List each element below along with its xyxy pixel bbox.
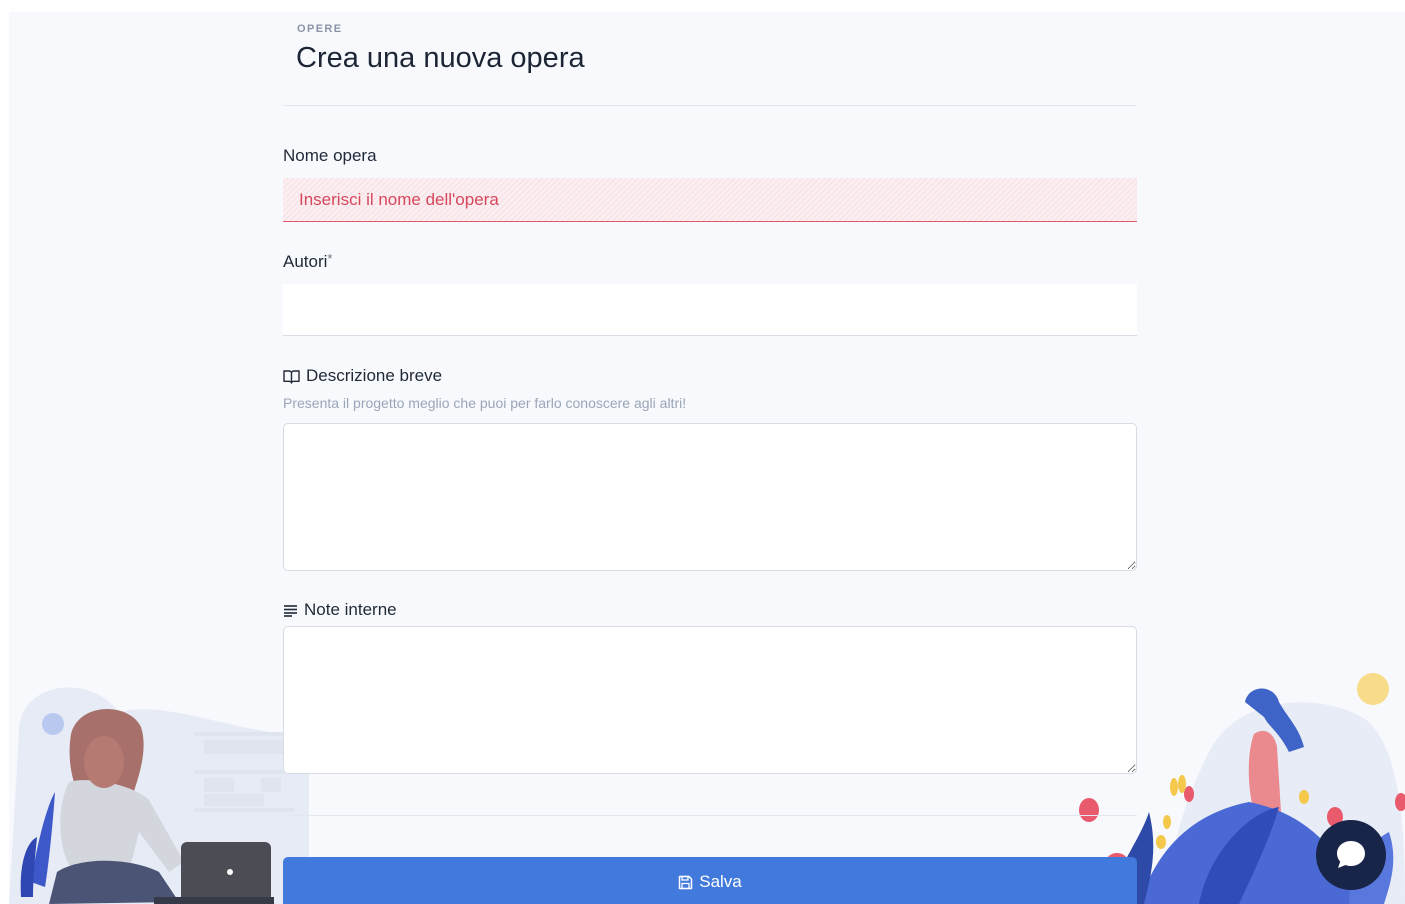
save-button[interactable]: Salva <box>283 857 1137 904</box>
description-textarea[interactable] <box>283 423 1137 571</box>
notes-label: Note interne <box>283 600 397 620</box>
authors-field[interactable] <box>283 284 1141 337</box>
page: OPERE Crea una nuova opera Nome opera Au… <box>9 12 1405 904</box>
chat-button[interactable] <box>1316 820 1386 890</box>
chat-bubble-icon <box>1337 841 1365 868</box>
footer-divider <box>283 815 1137 816</box>
book-open-icon <box>283 369 300 384</box>
name-field[interactable] <box>283 178 1137 222</box>
required-mark: * <box>327 250 333 266</box>
header-divider <box>283 105 1137 106</box>
description-label: Descrizione breve <box>283 366 442 386</box>
name-label: Nome opera <box>283 146 377 166</box>
notes-label-text: Note interne <box>304 600 397 619</box>
text-lines-icon <box>284 604 297 617</box>
description-label-text: Descrizione breve <box>306 366 443 385</box>
name-label-text: Nome opera <box>283 146 377 165</box>
breadcrumb: OPERE <box>297 23 343 35</box>
description-hint: Presenta il progetto meglio che puoi per… <box>283 395 687 411</box>
authors-label: Autori * <box>283 250 333 272</box>
notes-textarea[interactable] <box>283 626 1137 774</box>
floppy-disk-icon <box>678 875 693 889</box>
authors-label-text: Autori <box>283 252 328 271</box>
page-title: Crea una nuova opera <box>296 42 585 74</box>
illustration-woman-laptop <box>9 687 309 904</box>
authors-input[interactable] <box>283 284 1141 337</box>
save-label: Salva <box>699 872 742 891</box>
name-input[interactable] <box>297 188 1123 211</box>
